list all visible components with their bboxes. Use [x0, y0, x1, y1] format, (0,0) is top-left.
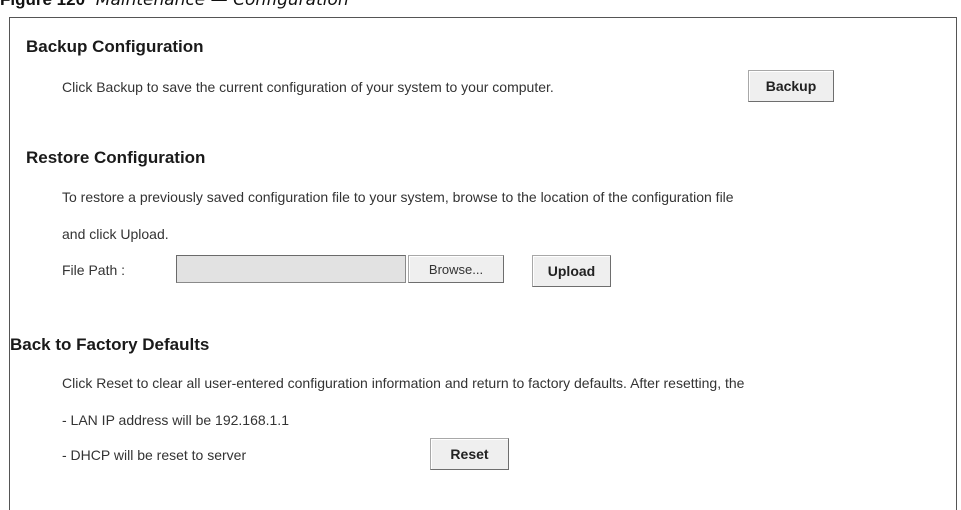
backup-description: Click Backup to save the current configu…: [62, 79, 554, 95]
reset-button[interactable]: Reset: [430, 438, 509, 470]
restore-heading: Restore Configuration: [26, 148, 206, 167]
browse-button[interactable]: Browse...: [408, 255, 504, 283]
factory-heading: Back to Factory Defaults: [10, 335, 210, 354]
lan-ip-note: - LAN IP address will be 192.168.1.1: [62, 412, 289, 428]
figure-title: Maintenance — Configuration: [95, 0, 349, 10]
restore-description-line1: To restore a previously saved configurat…: [62, 189, 734, 205]
figure-label: Figure 120: [0, 0, 85, 9]
file-path-input[interactable]: [176, 255, 406, 283]
file-path-label: File Path :: [62, 262, 126, 278]
upload-button[interactable]: Upload: [532, 255, 611, 287]
dhcp-note: - DHCP will be reset to server: [62, 447, 247, 463]
figure-caption: Figure 120 Maintenance — Configuration: [0, 0, 349, 11]
restore-description-line2: and click Upload.: [62, 226, 169, 242]
backup-heading: Backup Configuration: [26, 37, 204, 56]
backup-button[interactable]: Backup: [748, 70, 834, 102]
factory-description: Click Reset to clear all user-entered co…: [62, 375, 745, 391]
